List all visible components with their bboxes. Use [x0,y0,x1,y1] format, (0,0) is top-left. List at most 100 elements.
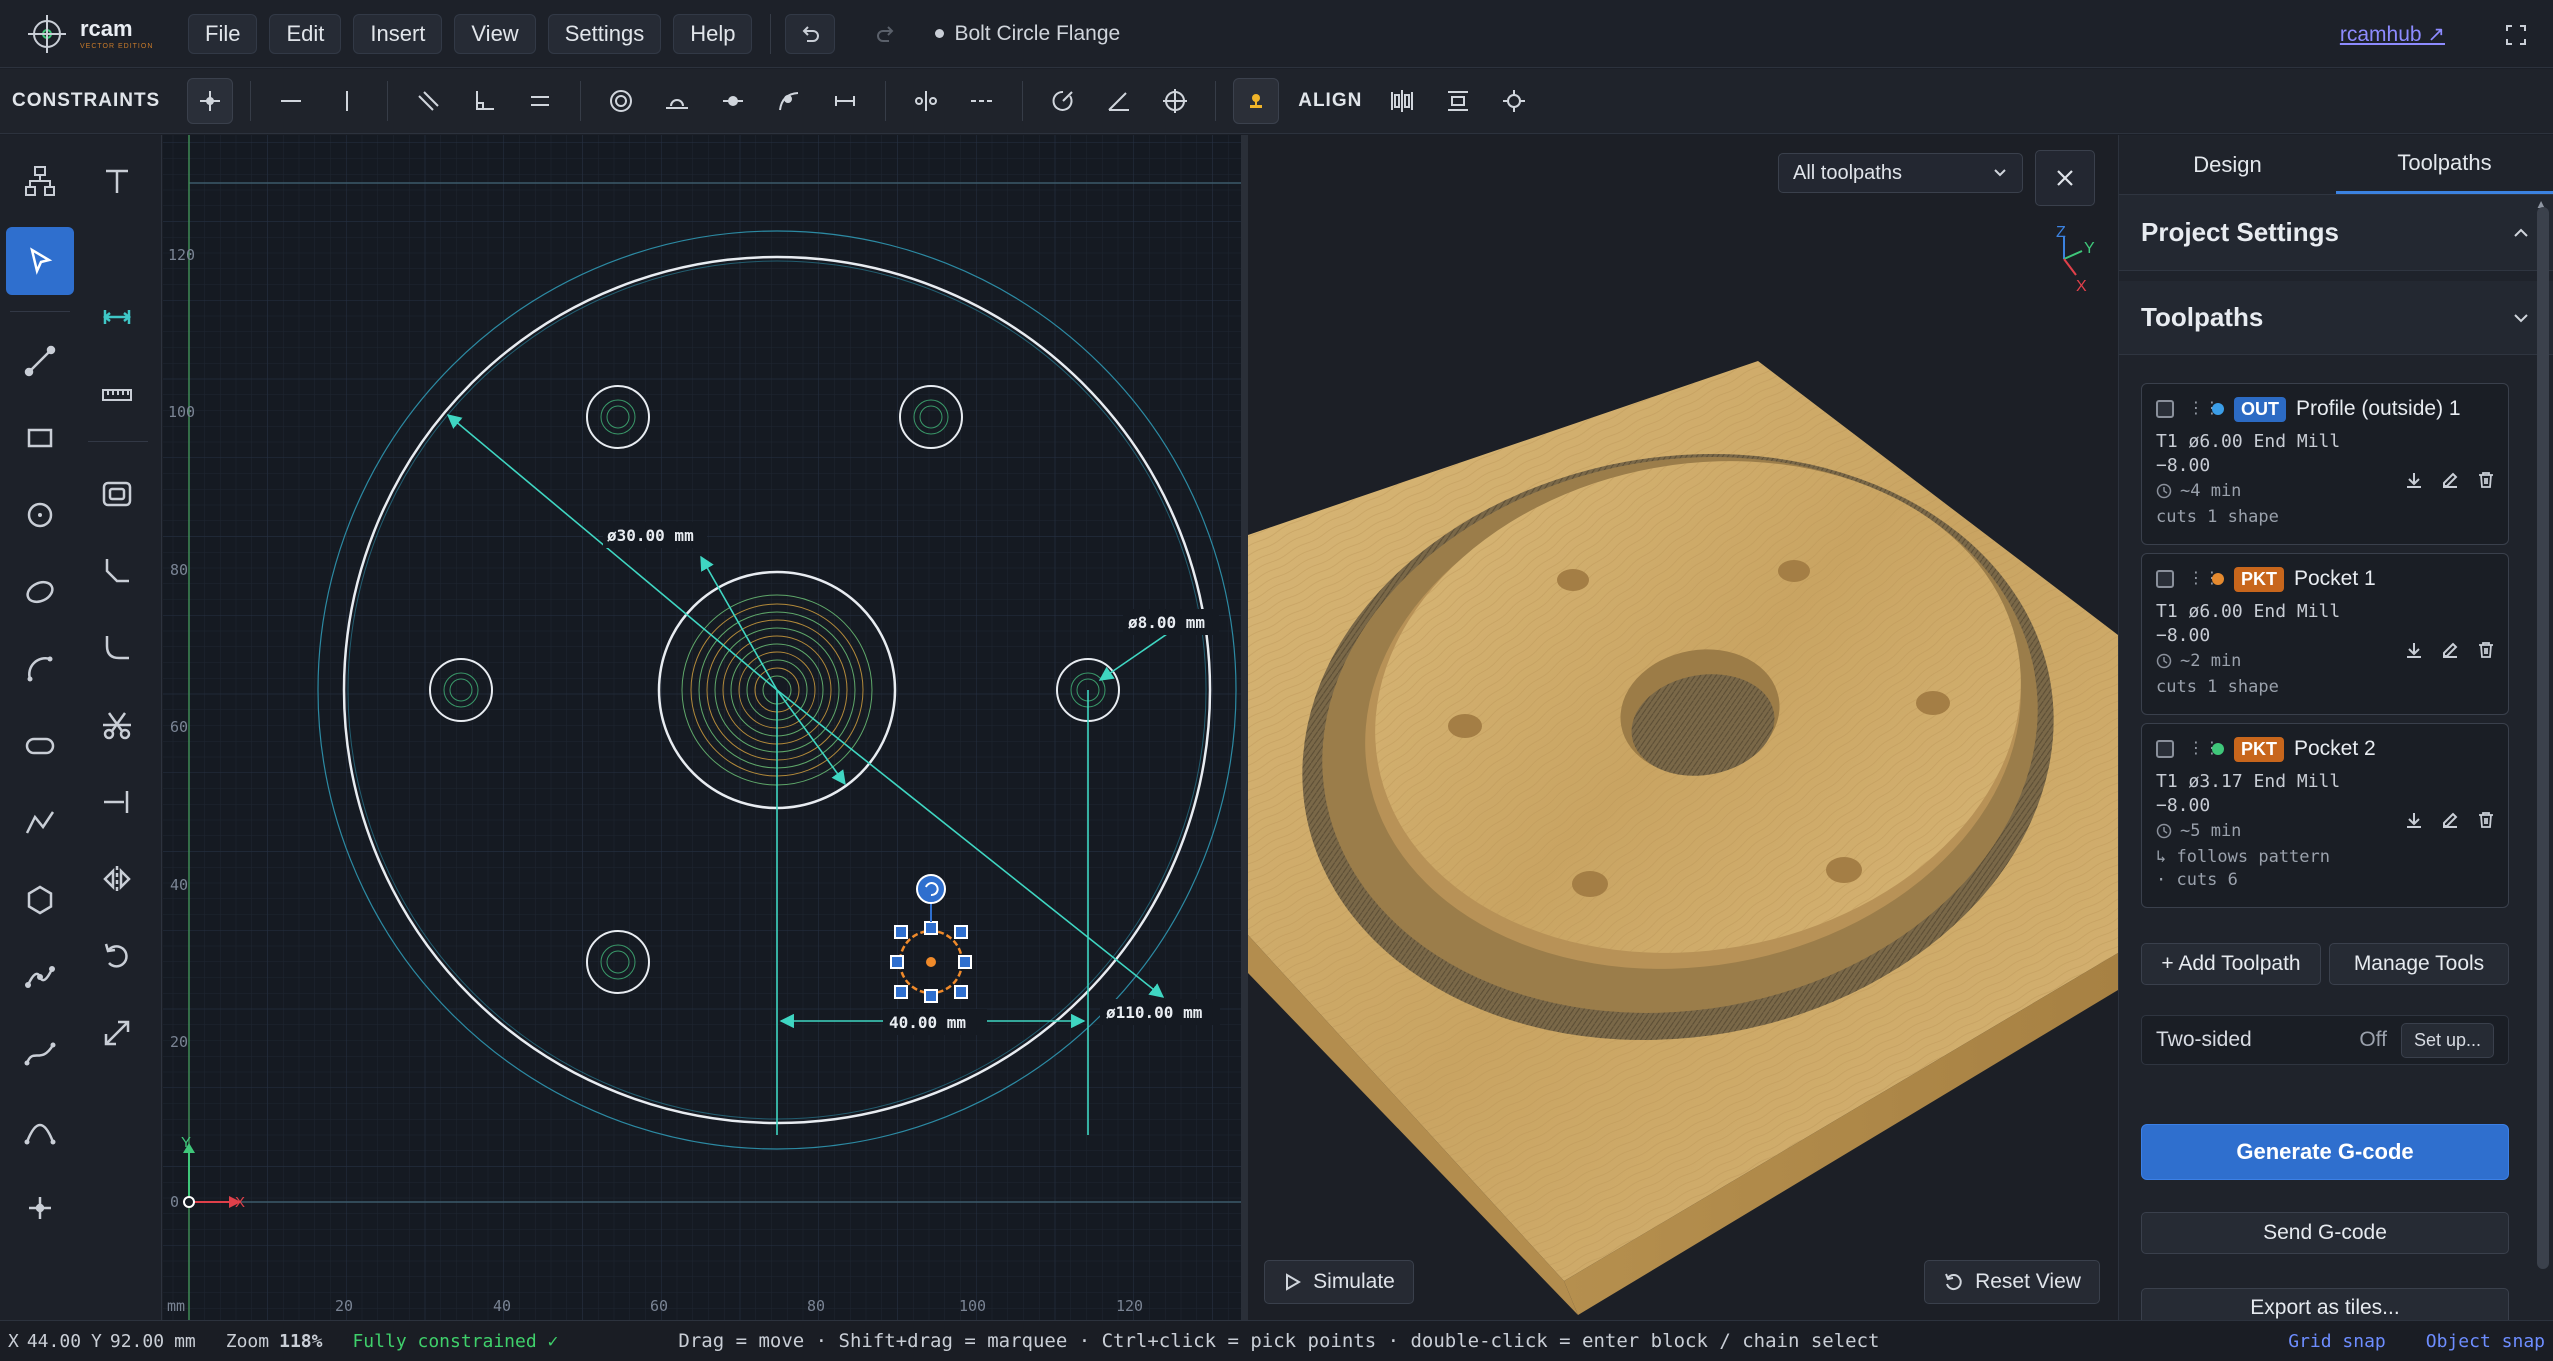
drag-handle-icon[interactable]: ⋮⋮ [2188,741,2220,757]
radius-constraint-button[interactable] [1040,78,1086,124]
fix-point-constraint-button[interactable] [1152,78,1198,124]
vertical-constraint-button[interactable] [324,78,370,124]
trim-tool[interactable] [83,691,151,759]
distance-constraint-button[interactable] [822,78,868,124]
undo-button[interactable] [785,13,836,54]
manage-tools-button[interactable]: Manage Tools [2329,943,2509,985]
midpoint-constraint-button[interactable] [710,78,756,124]
drag-handle-icon[interactable]: ⋮⋮ [2188,401,2220,417]
reset-view-button[interactable]: Reset View [1924,1260,2100,1304]
zoom-value[interactable]: 118% [279,1331,322,1352]
toolpath-card[interactable]: ⋮⋮ PKT Pocket 2 T1 ø3.17 End Mill −8.00 … [2141,723,2509,908]
two-sided-setup-button[interactable]: Set up... [2400,1022,2494,1058]
text-tool[interactable] [83,147,151,215]
toolpath-checkbox[interactable] [2156,570,2174,588]
fullscreen-button[interactable] [2497,16,2535,54]
align-vertical-center-button[interactable] [1435,78,1481,124]
dimension-d110[interactable]: ø110.00 mm [1106,1003,1203,1022]
redo-button[interactable] [861,14,911,54]
toolpath-card[interactable]: ⋮⋮ PKT Pocket 1 T1 ø6.00 End Mill −8.00 … [2141,553,2509,715]
dimension-d30[interactable]: ø30.00 mm [607,526,694,545]
ellipse-tool[interactable] [6,558,74,626]
3d-preview[interactable]: All toolpaths Z Y X Simulate Reset View [1248,135,2118,1320]
close-3d-view-button[interactable] [2035,150,2095,206]
arc-tool[interactable] [6,635,74,703]
dimension-len40[interactable]: 40.00 mm [889,1013,966,1032]
add-toolpath-button[interactable]: + Add Toolpath [2141,943,2321,985]
rotate-handle[interactable] [916,874,946,904]
export-tiles-button[interactable]: Export as tiles... [2141,1288,2509,1320]
menu-settings[interactable]: Settings [547,13,662,54]
scale-tool[interactable] [83,999,151,1067]
toolpath-checkbox[interactable] [2156,400,2174,418]
concentric-constraint-button[interactable] [598,78,644,124]
dimension-tool[interactable] [83,283,151,351]
measure-tool[interactable] [83,361,151,429]
app-logo[interactable]: rcam VECTOR EDITION [26,13,176,55]
bezier-tool[interactable] [6,1020,74,1088]
tab-toolpaths[interactable]: Toolpaths [2336,135,2553,194]
download-icon[interactable] [2404,470,2424,490]
parallel-constraint-button[interactable] [405,78,451,124]
3d-model-render[interactable] [1248,135,2118,1320]
equal-constraint-button[interactable] [517,78,563,124]
symmetric-constraint-button[interactable] [903,78,949,124]
hierarchy-tool[interactable] [6,147,74,215]
curve-point-tool[interactable] [6,1097,74,1165]
mirror-tool[interactable] [83,845,151,913]
tangent-constraint-button[interactable] [654,78,700,124]
object-snap-toggle[interactable]: Object snap [2426,1331,2545,1352]
align-to-origin-button[interactable] [1491,78,1537,124]
download-icon[interactable] [2404,640,2424,660]
menu-file[interactable]: File [188,13,258,54]
drag-handle-icon[interactable]: ⋮⋮ [2188,571,2220,587]
menu-edit[interactable]: Edit [269,13,342,54]
tab-design[interactable]: Design [2119,135,2336,194]
align-horizontal-center-button[interactable] [1379,78,1425,124]
polygon-tool[interactable] [6,866,74,934]
view-splitter[interactable] [1241,135,1248,1320]
trash-icon[interactable] [2476,810,2496,830]
slot-tool[interactable] [6,712,74,780]
toolpath-filter-select[interactable]: All toolpaths [1778,153,2023,193]
point-tool[interactable] [6,1174,74,1242]
trash-icon[interactable] [2476,640,2496,660]
rectangle-tool[interactable] [6,404,74,472]
offset-tool[interactable] [83,460,151,528]
sketch-drawing[interactable]: ø30.00 mm ø8.00 mm 40.00 mm ø110.00 mm Y… [163,135,1241,1320]
polyline-tool[interactable] [6,789,74,857]
download-icon[interactable] [2404,810,2424,830]
anchor-button[interactable] [1233,78,1280,124]
edit-icon[interactable] [2440,810,2460,830]
line-tool[interactable] [6,327,74,395]
generate-gcode-button[interactable]: Generate G-code [2141,1124,2509,1180]
circle-tool[interactable] [6,481,74,549]
edit-icon[interactable] [2440,640,2460,660]
trash-icon[interactable] [2476,470,2496,490]
menu-insert[interactable]: Insert [353,13,443,54]
edit-icon[interactable] [2440,470,2460,490]
select-tool[interactable] [6,227,74,295]
simulate-button[interactable]: Simulate [1264,1260,1414,1304]
angle-constraint-button[interactable] [1096,78,1142,124]
toolpath-checkbox[interactable] [2156,740,2174,758]
project-settings-header[interactable]: Project Settings [2119,195,2553,271]
toolpath-card[interactable]: ⋮⋮ OUT Profile (outside) 1 T1 ø6.00 End … [2141,383,2509,545]
point-on-curve-constraint-button[interactable] [766,78,812,124]
rcamhub-link[interactable]: rcamhub ↗ [2340,22,2445,47]
horizontal-constraint-button[interactable] [268,78,314,124]
perpendicular-constraint-button[interactable] [461,78,507,124]
chamfer-tool[interactable] [83,537,151,605]
dimension-d8[interactable]: ø8.00 mm [1128,613,1205,632]
coincident-constraint-button[interactable] [187,78,234,124]
menu-help[interactable]: Help [673,13,753,54]
panel-scrollbar[interactable] [2537,207,2549,1269]
menu-view[interactable]: View [454,13,536,54]
grid-snap-toggle[interactable]: Grid snap [2288,1331,2386,1352]
sketch-canvas[interactable]: ø30.00 mm ø8.00 mm 40.00 mm ø110.00 mm Y… [163,135,1241,1320]
fillet-tool[interactable] [83,614,151,682]
spline-tool[interactable] [6,943,74,1011]
send-gcode-button[interactable]: Send G-code [2141,1212,2509,1254]
construction-line-button[interactable] [959,78,1005,124]
extend-tool[interactable] [83,768,151,836]
